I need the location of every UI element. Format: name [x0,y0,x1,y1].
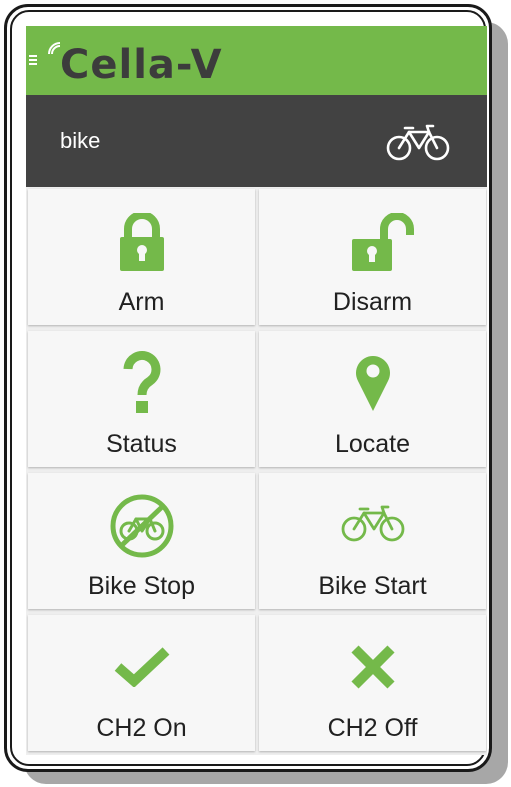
bike-stop-button[interactable]: Bike Stop [28,473,255,609]
unlocked-padlock-icon [351,213,414,271]
disarm-label: Disarm [332,288,413,316]
locate-button[interactable]: Locate [259,331,486,467]
bike-prohibited-icon [110,494,173,558]
ch2-off-label: CH2 Off [327,714,418,742]
ch2-on-button[interactable]: CH2 On [28,615,255,751]
status-button[interactable]: Status [28,331,255,467]
bicycle-icon [341,505,404,542]
device-name: bike [60,128,101,153]
ch2-on-label: CH2 On [96,714,187,742]
action-grid: Arm Disarm Status Locate Bike Stop Bike … [28,189,486,751]
brand-bar: Cella-V [26,26,487,95]
disarm-button[interactable]: Disarm [259,189,486,325]
menu-icon[interactable] [29,55,37,65]
question-mark-icon [123,351,160,413]
ch2-off-button[interactable]: CH2 Off [259,615,486,751]
app-screen: Cella-V bike Arm Disarm Status Locate Bi… [26,26,487,755]
locate-label: Locate [334,430,411,458]
bike-start-label: Bike Start [318,572,427,600]
device-bar: bike [26,95,487,187]
brand-name: Cella-V [60,42,223,88]
locked-padlock-icon [119,213,164,271]
bike-start-button[interactable]: Bike Start [259,473,486,609]
arm-button[interactable]: Arm [28,189,255,325]
app-logo: Cella-V [48,40,268,90]
bicycle-icon [386,124,450,161]
checkmark-icon [114,647,169,687]
bike-stop-label: Bike Stop [87,572,195,600]
status-label: Status [106,430,177,458]
map-pin-icon [355,356,390,411]
x-mark-icon [350,645,395,689]
arm-label: Arm [118,288,165,316]
